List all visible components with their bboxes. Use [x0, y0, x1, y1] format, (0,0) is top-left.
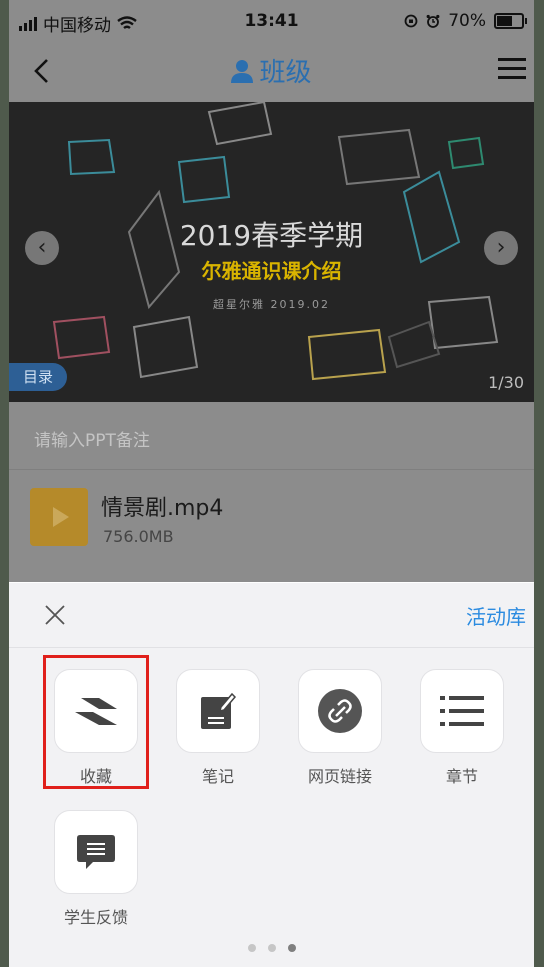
status-right: 70%	[404, 11, 527, 31]
action-student-feedback[interactable]: 学生反馈	[46, 810, 146, 928]
chevron-right-icon: ›	[496, 235, 506, 260]
header: 班级	[9, 42, 534, 102]
link-tile[interactable]	[298, 669, 382, 753]
action-note[interactable]: 笔记	[168, 669, 268, 787]
action-label: 章节	[445, 767, 478, 786]
file-item[interactable]: 情景剧.mp4 756.0MB	[9, 470, 534, 582]
hamburger-menu-icon[interactable]	[498, 58, 526, 80]
file-size: 756.0MB	[103, 527, 174, 546]
feedback-icon	[77, 835, 115, 869]
video-thumbnail	[30, 488, 88, 546]
toc-button[interactable]: 目录	[9, 363, 67, 391]
battery-icon	[494, 13, 527, 29]
action-label: 笔记	[201, 767, 234, 786]
page-dot[interactable]	[267, 944, 276, 952]
alarm-icon	[426, 14, 440, 28]
page-title: 班级	[9, 52, 534, 89]
page-indicator: 1/30	[488, 373, 524, 392]
note-icon	[201, 692, 237, 729]
slide-caption: 超星尔雅 2019.02	[213, 298, 330, 311]
next-slide-button[interactable]: ›	[484, 231, 518, 265]
activity-library-link[interactable]: 活动库	[466, 601, 526, 630]
ppt-slide[interactable]: 2019春季学期 尔雅通识课介绍 超星尔雅 2019.02 ‹ › 目录 1/3…	[9, 102, 534, 402]
page-dots	[9, 937, 534, 956]
page-title-text: 班级	[259, 58, 312, 88]
slide-title: 2019春季学期	[179, 219, 364, 252]
file-name: 情景剧.mp4	[101, 496, 224, 521]
list-icon	[440, 696, 484, 726]
action-label: 学生反馈	[63, 908, 128, 927]
chevron-left-icon: ‹	[37, 235, 47, 260]
battery-percent: 70%	[448, 11, 486, 31]
page-dot-active[interactable]	[287, 944, 296, 952]
status-bar: 中国移动 13:41 70%	[9, 0, 534, 42]
phone-screen: 中国移动 13:41 70% 班级 2019春季学期 尔雅通识课介绍 超星尔雅 …	[9, 0, 534, 967]
page-dot[interactable]	[247, 944, 256, 952]
chapter-tile[interactable]	[420, 669, 504, 753]
action-sheet: 活动库 收藏 笔记 网页链接 章节 学生反馈	[9, 583, 534, 967]
close-icon[interactable]	[43, 603, 67, 627]
highlight-box	[43, 655, 149, 789]
feedback-tile[interactable]	[54, 810, 138, 894]
play-icon	[53, 507, 69, 527]
rotation-lock-icon	[404, 14, 418, 28]
ppt-notes-input[interactable]: 请输入PPT备注	[9, 402, 534, 470]
action-web-link[interactable]: 网页链接	[290, 669, 390, 787]
slide-subtitle: 尔雅通识课介绍	[201, 259, 342, 283]
action-chapter[interactable]: 章节	[412, 669, 512, 787]
note-tile[interactable]	[176, 669, 260, 753]
action-sheet-header: 活动库	[9, 583, 534, 648]
person-icon	[231, 60, 254, 83]
notes-placeholder: 请输入PPT备注	[34, 431, 150, 451]
action-label: 网页链接	[307, 767, 372, 786]
prev-slide-button[interactable]: ‹	[25, 231, 59, 265]
link-icon	[318, 689, 362, 733]
